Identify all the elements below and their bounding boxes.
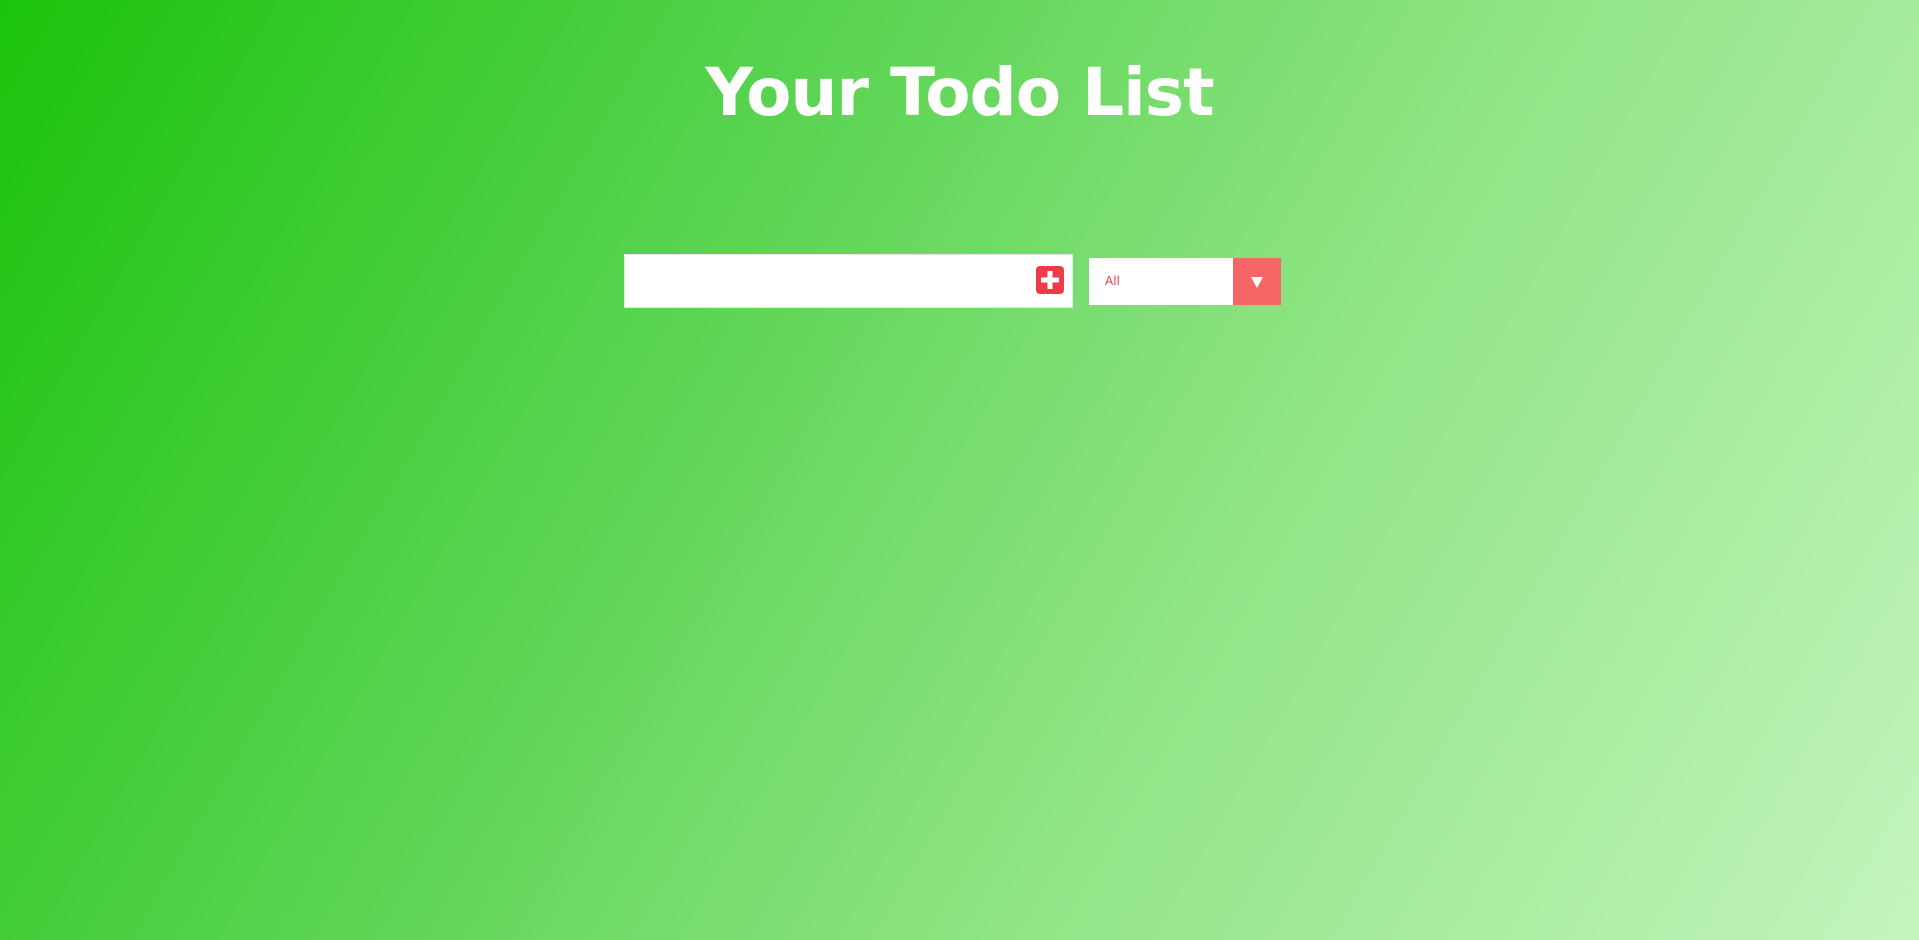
plus-square-icon [1041, 271, 1059, 289]
filter-selected-value: All [1105, 274, 1120, 288]
add-todo-button[interactable] [1036, 266, 1064, 294]
filter-dropdown-button[interactable] [1233, 258, 1281, 305]
triangle-down-icon [1251, 277, 1263, 288]
todo-input[interactable] [625, 255, 1025, 307]
page-title: Your Todo List [705, 54, 1214, 131]
filter-select[interactable]: All [1089, 258, 1281, 305]
todo-input-wrapper [624, 254, 1073, 308]
todo-form [624, 254, 1074, 308]
